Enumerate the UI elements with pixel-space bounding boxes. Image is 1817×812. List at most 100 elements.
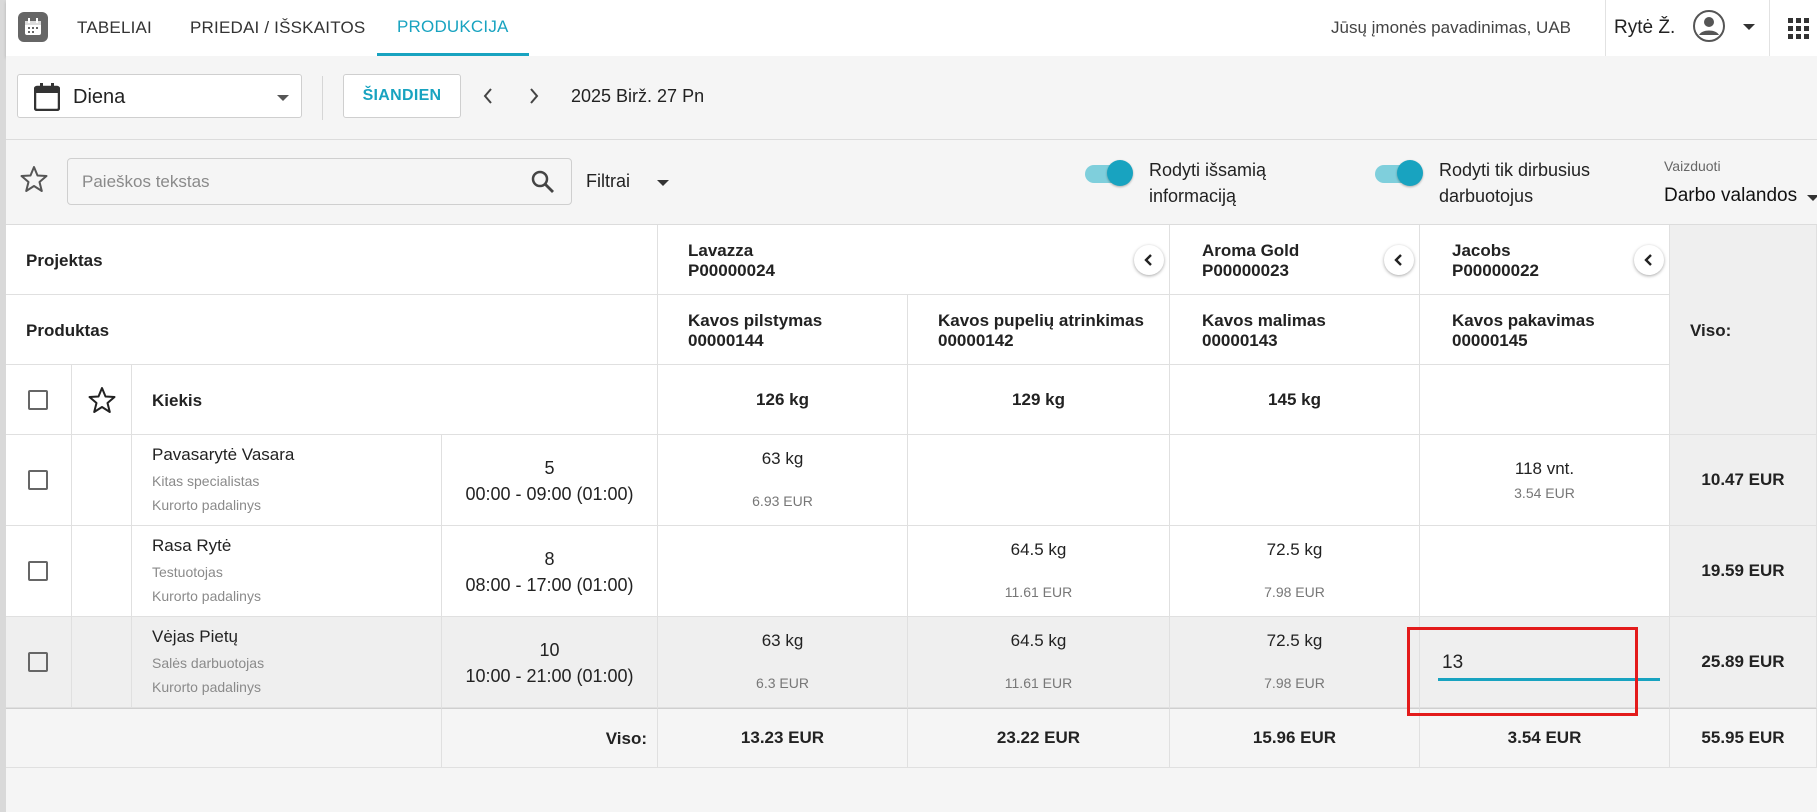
tab-tabeliai[interactable]: TABELIAI bbox=[77, 0, 152, 56]
employee-cell: Rasa Rytė Testuotojas Kurorto padalinys bbox=[132, 526, 442, 617]
product-name: Kavos pupelių atrinkimas bbox=[938, 311, 1144, 330]
production-cell[interactable]: 64.5 kg 11.61 EUR bbox=[908, 617, 1170, 708]
production-cell[interactable] bbox=[658, 526, 908, 617]
quantity-cell: 129 kg bbox=[908, 365, 1170, 435]
product-code: 00000142 bbox=[938, 331, 1014, 350]
star-outline-icon[interactable] bbox=[88, 386, 116, 414]
project-name: Lavazza bbox=[688, 241, 754, 260]
production-eur: 3.54 EUR bbox=[1514, 485, 1575, 501]
row-checkbox[interactable] bbox=[28, 652, 48, 672]
toggle-worked-only[interactable] bbox=[1375, 158, 1423, 188]
row-checkbox-cell bbox=[6, 526, 72, 617]
row-total: 25.89 EUR bbox=[1701, 652, 1785, 671]
toggle-knob bbox=[1107, 160, 1133, 186]
production-cell[interactable]: 63 kg 6.93 EUR bbox=[658, 435, 908, 526]
hours-cell: 10 10:00 - 21:00 (01:00) bbox=[442, 617, 658, 708]
divider bbox=[1769, 0, 1770, 56]
chevron-right-icon[interactable] bbox=[527, 86, 541, 106]
project-cell-lavazza: Lavazza P00000024 bbox=[658, 225, 1170, 295]
product-header: Produktas bbox=[26, 321, 110, 340]
today-button[interactable]: ŠIANDIEN bbox=[343, 74, 461, 118]
employee-unit: Kurorto padalinys bbox=[152, 588, 261, 604]
production-cell[interactable]: 72.5 kg 7.98 EUR bbox=[1170, 526, 1420, 617]
production-eur: 11.61 EUR bbox=[1004, 675, 1073, 691]
chevron-down-icon[interactable] bbox=[656, 178, 670, 188]
hours-range: 10:00 - 21:00 (01:00) bbox=[465, 666, 634, 686]
chevron-left-icon[interactable] bbox=[481, 86, 495, 106]
favorite-cell bbox=[72, 617, 132, 708]
production-cell[interactable] bbox=[908, 435, 1170, 526]
production-qty: 64.5 kg bbox=[1010, 540, 1067, 559]
production-cell[interactable]: 118 vnt. 3.54 EUR bbox=[1420, 435, 1670, 526]
chevron-down-icon[interactable] bbox=[1806, 193, 1817, 203]
collapse-project-button[interactable] bbox=[1634, 245, 1664, 275]
project-header-cell: Projektas bbox=[6, 225, 658, 295]
product-code: 00000143 bbox=[1202, 331, 1278, 350]
product-name: Kavos pakavimas bbox=[1452, 311, 1595, 330]
row-total: 19.59 EUR bbox=[1701, 561, 1785, 580]
employee-name[interactable]: Vėjas Pietų bbox=[152, 627, 238, 647]
production-cell[interactable] bbox=[1420, 526, 1670, 617]
footer-total-cell: 15.96 EUR bbox=[1170, 708, 1420, 768]
employee-name[interactable]: Pavasarytė Vasara bbox=[152, 445, 294, 465]
row-checkbox[interactable] bbox=[28, 561, 48, 581]
quantity-value: 129 kg bbox=[1012, 389, 1065, 409]
collapse-project-button[interactable] bbox=[1134, 245, 1164, 275]
production-eur: 7.98 EUR bbox=[1264, 675, 1325, 691]
tab-produkcija[interactable]: PRODUKCIJA bbox=[377, 0, 529, 56]
employee-unit: Kurorto padalinys bbox=[152, 497, 261, 513]
employee-cell: Pavasarytė Vasara Kitas specialistas Kur… bbox=[132, 435, 442, 526]
employee-role: Testuotojas bbox=[152, 564, 223, 580]
footer-total-cell: 23.22 EUR bbox=[908, 708, 1170, 768]
user-name[interactable]: Rytė Ž. bbox=[1614, 0, 1675, 56]
footer-total: 3.54 EUR bbox=[1507, 728, 1582, 747]
hours-count: 5 bbox=[544, 458, 555, 478]
employee-name[interactable]: Rasa Rytė bbox=[152, 536, 231, 556]
toggle-detail-info[interactable] bbox=[1085, 158, 1133, 188]
product-cell: Kavos pakavimas 00000145 bbox=[1420, 295, 1670, 365]
total-header: Viso: bbox=[1690, 321, 1732, 340]
star-outline-icon[interactable] bbox=[20, 165, 48, 193]
production-cell[interactable]: 64.5 kg 11.61 EUR bbox=[908, 526, 1170, 617]
project-name: Aroma Gold bbox=[1202, 241, 1300, 260]
footer-label-cell: Viso: bbox=[442, 708, 658, 768]
toggle-detail-label-line: Rodyti išsamią bbox=[1149, 160, 1267, 180]
production-cell[interactable]: 63 kg 6.3 EUR bbox=[658, 617, 908, 708]
toggle-detail-label: Rodyti išsamią informaciją bbox=[1149, 157, 1266, 209]
row-total: 10.47 EUR bbox=[1701, 470, 1785, 489]
apps-grid-icon[interactable] bbox=[1788, 18, 1810, 40]
toggle-detail-label-line: informaciją bbox=[1149, 186, 1237, 206]
account-circle-icon[interactable] bbox=[1692, 9, 1726, 43]
footer-empty-cell bbox=[6, 708, 442, 768]
hours-cell: 8 08:00 - 17:00 (01:00) bbox=[442, 526, 658, 617]
toggle-knob bbox=[1397, 160, 1423, 186]
product-cell: Kavos pilstymas 00000144 bbox=[658, 295, 908, 365]
select-all-checkbox[interactable] bbox=[28, 390, 48, 410]
grand-total: 55.95 EUR bbox=[1701, 728, 1785, 747]
project-header: Projektas bbox=[26, 251, 103, 270]
production-qty: 63 kg bbox=[761, 631, 804, 650]
search-field[interactable] bbox=[67, 158, 572, 205]
calendar-app-icon[interactable] bbox=[18, 12, 48, 42]
production-eur: 6.3 EUR bbox=[756, 675, 809, 691]
collapse-project-button[interactable] bbox=[1384, 245, 1414, 275]
quantity-header: Kiekis bbox=[152, 391, 203, 410]
production-cell[interactable]: 72.5 kg 7.98 EUR bbox=[1170, 617, 1420, 708]
row-total-cell: 25.89 EUR bbox=[1670, 617, 1817, 708]
view-select[interactable]: Darbo valandos bbox=[1664, 185, 1797, 207]
quantity-cell: 126 kg bbox=[658, 365, 908, 435]
filters-dropdown[interactable]: Filtrai bbox=[586, 171, 630, 192]
row-checkbox[interactable] bbox=[28, 470, 48, 490]
period-select[interactable]: Diena bbox=[17, 74, 302, 118]
product-name: Kavos pilstymas bbox=[688, 311, 823, 330]
chevron-down-icon bbox=[277, 95, 289, 101]
row-total-cell: 10.47 EUR bbox=[1670, 435, 1817, 526]
production-eur: 6.93 EUR bbox=[752, 493, 813, 509]
production-cell[interactable] bbox=[1170, 435, 1420, 526]
search-icon[interactable] bbox=[530, 169, 556, 195]
toggle-worked-label: Rodyti tik dirbusius darbuotojus bbox=[1439, 157, 1590, 209]
tab-priedai-isskaitos[interactable]: PRIEDAI / IŠSKAITOS bbox=[190, 0, 365, 56]
chevron-down-icon[interactable] bbox=[1742, 22, 1756, 32]
search-input[interactable] bbox=[82, 169, 512, 195]
project-cell-jacobs: Jacobs P00000022 bbox=[1420, 225, 1670, 295]
